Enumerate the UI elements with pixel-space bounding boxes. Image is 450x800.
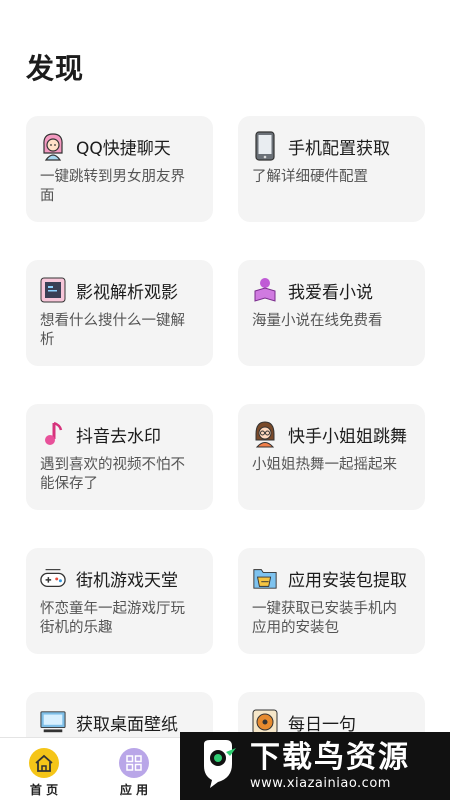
girl-glasses-icon [252, 419, 278, 449]
card-novels[interactable]: 我爱看小说 海量小说在线免费看 [238, 260, 425, 366]
card-qq-chat[interactable]: QQ快捷聊天 一键跳转到男女朋友界面 [26, 116, 213, 222]
watermark-title: 下载鸟资源 [250, 739, 410, 775]
card-arcade-games[interactable]: 街机游戏天堂 怀恋童年一起游戏厅玩街机的乐趣 [26, 548, 213, 654]
card-desc: 想看什么搜什么一键解析 [40, 313, 185, 348]
card-phone-config[interactable]: 手机配置获取 了解详细硬件配置 [238, 116, 425, 222]
phone-icon [252, 131, 278, 161]
gamepad-icon [40, 563, 66, 593]
card-title: QQ快捷聊天 [76, 138, 171, 159]
card-kuaishou-dance[interactable]: 快手小姐姐跳舞 小姐姐热舞一起摇起来 [238, 404, 425, 510]
card-desc: 海量小说在线免费看 [252, 313, 383, 329]
watermark-url: www.xiazainiao.com [250, 775, 391, 791]
tab-home[interactable]: 首 页 [14, 748, 74, 798]
card-desc: 一键获取已安装手机内应用的安装包 [252, 601, 397, 636]
card-video-parse[interactable]: 影视解析观影 想看什么搜什么一键解析 [26, 260, 213, 366]
package-icon [252, 563, 278, 593]
card-title: 我爱看小说 [288, 282, 373, 303]
card-title: 抖音去水印 [76, 426, 161, 447]
card-desc: 遇到喜欢的视频不怕不能保存了 [40, 457, 185, 492]
card-title: 应用安装包提取 [288, 570, 407, 591]
tv-icon [40, 275, 66, 305]
card-apk-extract[interactable]: 应用安装包提取 一键获取已安装手机内应用的安装包 [238, 548, 425, 654]
card-title: 每日一句 [288, 714, 356, 735]
tab-home-label: 首 页 [29, 783, 59, 797]
card-desc: 小姐姐热舞一起摇起来 [252, 457, 397, 473]
home-icon [29, 748, 59, 778]
tab-apps[interactable]: 应 用 [104, 748, 164, 798]
card-desc: 了解详细硬件配置 [252, 169, 368, 185]
watermark-banner: 下载鸟资源 www.xiazainiao.com [180, 732, 450, 800]
card-desc: 怀恋童年一起游戏厅玩街机的乐趣 [40, 601, 185, 636]
page-title: 发现 [26, 52, 85, 85]
card-title: 影视解析观影 [76, 282, 178, 303]
card-title: 街机游戏天堂 [76, 570, 178, 591]
apps-icon [119, 748, 149, 778]
card-title: 手机配置获取 [288, 138, 390, 159]
girl-avatar-icon [40, 131, 66, 161]
card-title: 获取桌面壁纸 [76, 714, 178, 735]
music-note-icon [40, 419, 66, 449]
desktop-icon [40, 707, 66, 737]
tab-apps-label: 应 用 [119, 783, 149, 797]
card-douyin-watermark[interactable]: 抖音去水印 遇到喜欢的视频不怕不能保存了 [26, 404, 213, 510]
bird-logo-icon [196, 738, 240, 794]
card-desc: 一键跳转到男女朋友界面 [40, 169, 185, 204]
reader-icon [252, 275, 278, 305]
card-title: 快手小姐姐跳舞 [288, 426, 407, 447]
